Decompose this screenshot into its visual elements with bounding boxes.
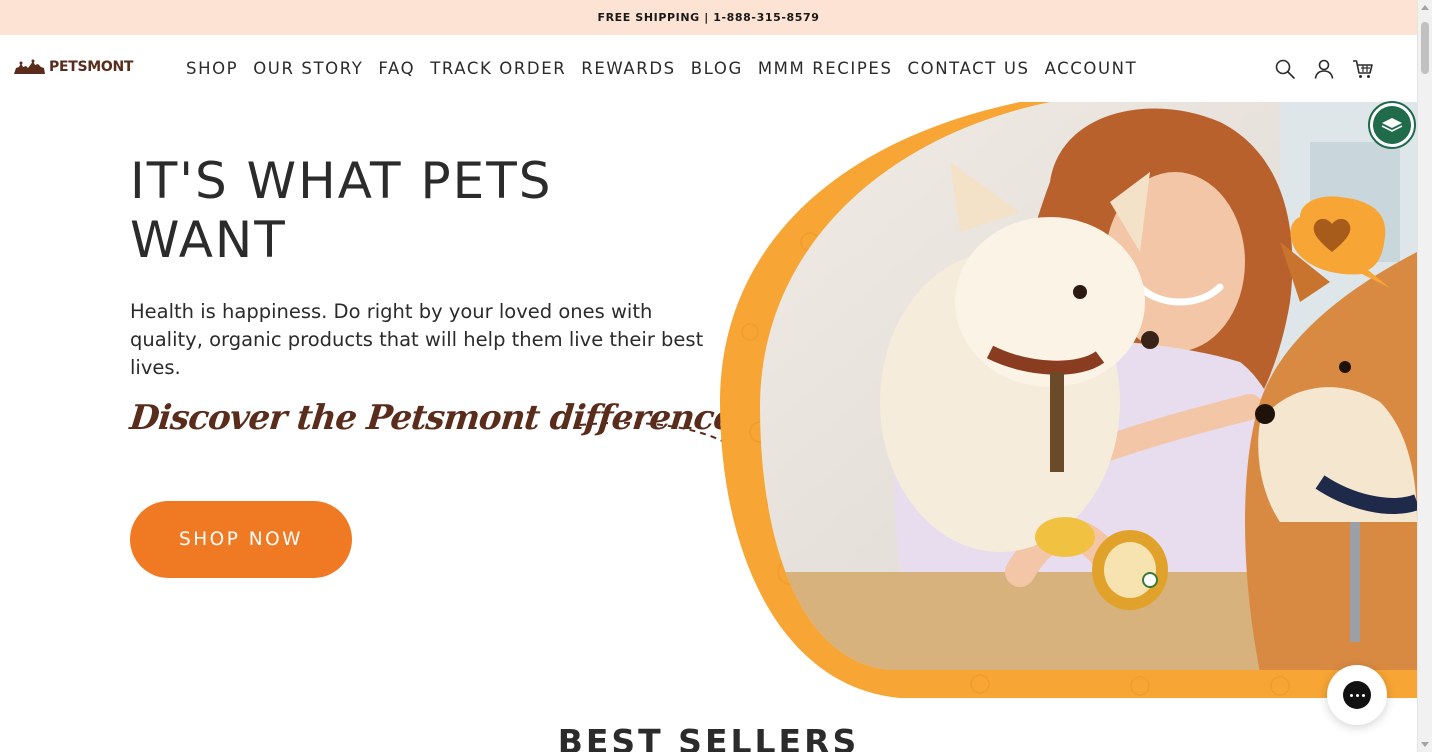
shop-now-label: SHOP NOW [179, 529, 303, 550]
hero-image [720, 102, 1417, 698]
brand-name: PETSMONT [49, 59, 134, 75]
main-nav: SHOP OUR STORY FAQ TRACK ORDER REWARDS B… [186, 59, 1152, 78]
hero-subtitle: Health is happiness. Do right by your lo… [130, 300, 704, 379]
certification-seal[interactable] [1368, 101, 1416, 149]
nav-item-blog[interactable]: BLOG [691, 59, 743, 78]
chat-widget-button[interactable] [1327, 665, 1387, 725]
site-header: PETSMONT SHOP OUR STORY FAQ TRACK ORDER … [0, 35, 1417, 102]
brand-logo[interactable]: PETSMONT [13, 59, 133, 75]
announcement-text: FREE SHIPPING | 1-888-315-8579 [597, 11, 820, 24]
announcement-bar: FREE SHIPPING | 1-888-315-8579 [0, 0, 1417, 35]
certification-seal-inner [1373, 106, 1411, 144]
hero-title: IT'S WHAT PETS WANT [130, 152, 553, 269]
best-sellers-heading: BEST SELLERS [557, 722, 860, 752]
nav-item-shop[interactable]: SHOP [186, 59, 238, 78]
account-icon[interactable] [1313, 58, 1335, 80]
header-icons [1274, 58, 1374, 80]
scrollbar-thumb[interactable] [1421, 22, 1429, 74]
chat-bubble-icon [1343, 681, 1371, 709]
nav-item-our-story[interactable]: OUR STORY [253, 59, 363, 78]
nav-item-rewards[interactable]: REWARDS [581, 59, 675, 78]
nav-item-account[interactable]: ACCOUNT [1045, 59, 1138, 78]
nav-item-track-order[interactable]: TRACK ORDER [430, 59, 566, 78]
page-scrollbar[interactable] [1417, 0, 1432, 752]
nav-item-faq[interactable]: FAQ [378, 59, 415, 78]
certification-seal-icon [1381, 118, 1403, 132]
scroll-up-arrow-icon[interactable] [1421, 5, 1429, 10]
search-icon[interactable] [1274, 58, 1296, 80]
pets-silhouette-icon [14, 59, 45, 74]
scroll-down-arrow-icon[interactable] [1421, 742, 1429, 747]
shop-now-button[interactable]: SHOP NOW [130, 501, 352, 578]
nav-item-mmm-recipes[interactable]: MMM RECIPES [758, 59, 893, 78]
cart-icon[interactable] [1352, 58, 1374, 80]
nav-item-contact-us[interactable]: CONTACT US [908, 59, 1030, 78]
